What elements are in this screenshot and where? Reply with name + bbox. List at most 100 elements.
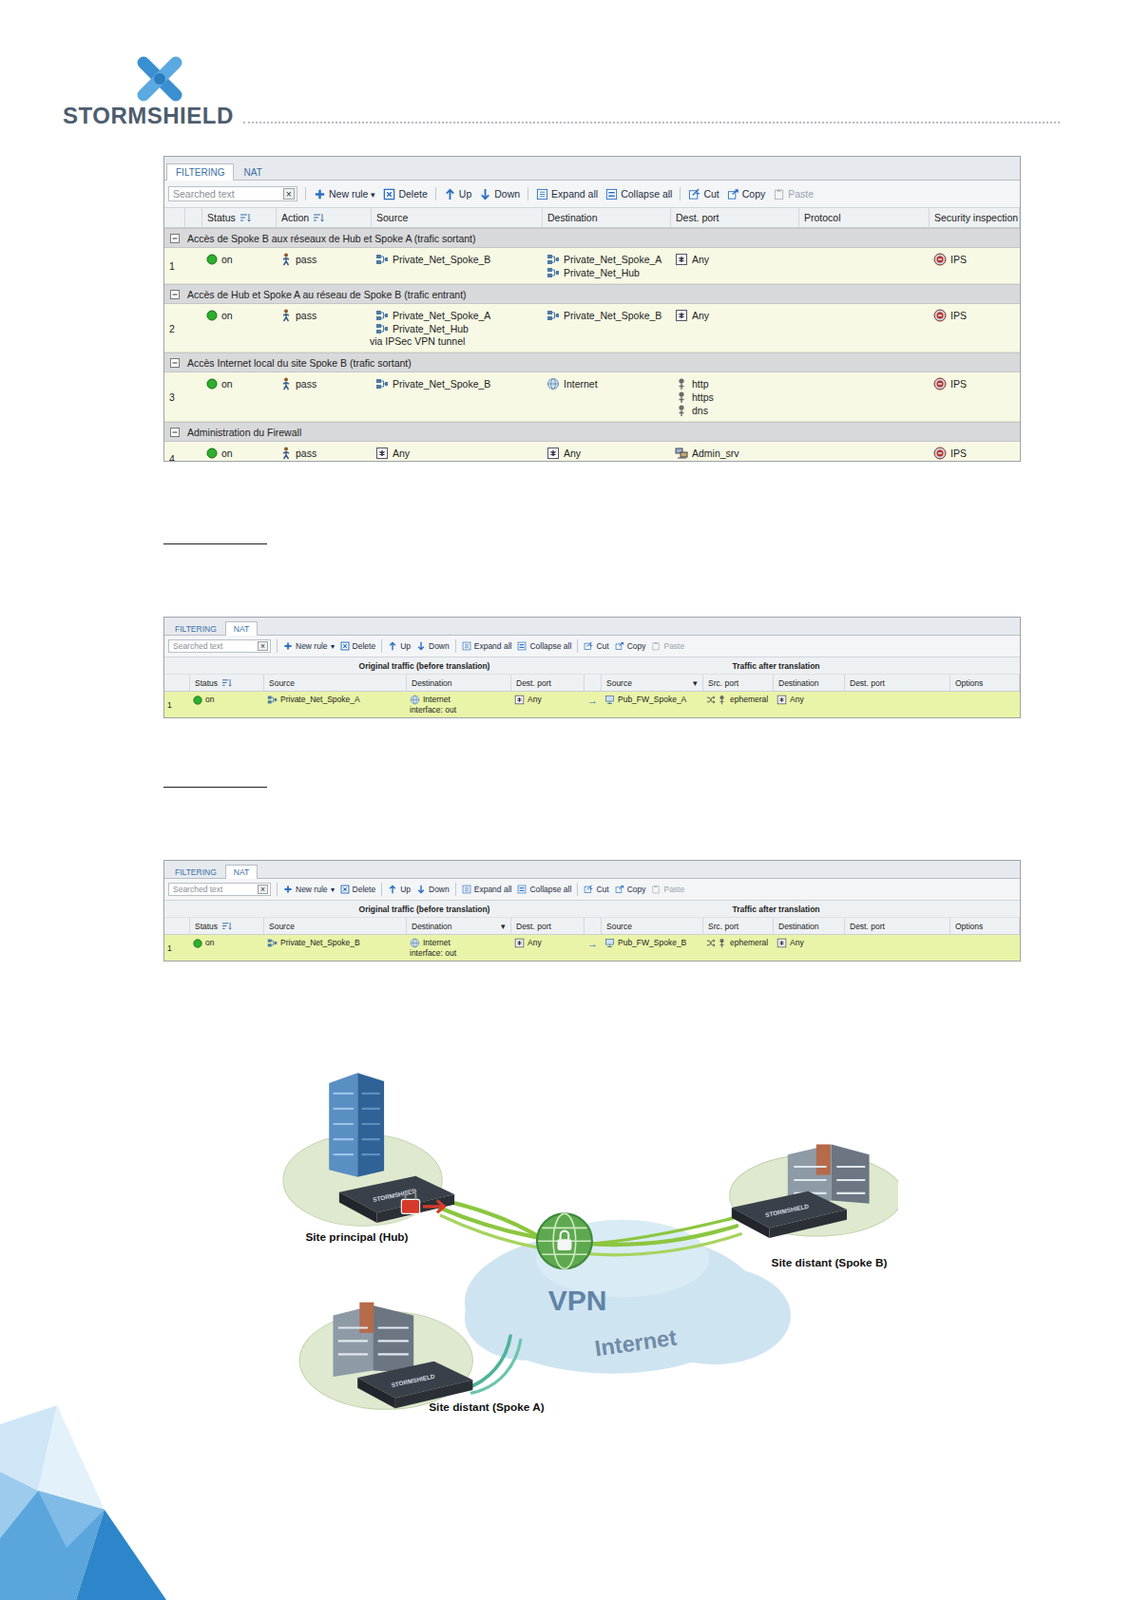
- any-object[interactable]: Any: [514, 938, 582, 949]
- nat-rule-row[interactable]: 1onPrivate_Net_Spoke_AInternetinterface:…: [164, 691, 1020, 718]
- service-object[interactable]: https: [674, 390, 796, 404]
- column-header[interactable]: Options: [950, 918, 1020, 935]
- toolbar-button[interactable]: Collapse all: [517, 641, 572, 652]
- search-field[interactable]: Searched text×: [168, 639, 271, 654]
- translated-dest-port-cell[interactable]: [844, 935, 951, 961]
- dest-port-cell[interactable]: Admin_srv: [671, 441, 800, 462]
- rule-row[interactable]: 3onpassPrivate_Net_Spoke_BInternethttpht…: [164, 372, 1020, 423]
- column-header[interactable]: Dest. port: [511, 674, 585, 691]
- protocol-cell[interactable]: [799, 304, 930, 352]
- column-header[interactable]: Options: [950, 674, 1020, 691]
- status-cell[interactable]: on: [202, 304, 277, 352]
- protocol-cell[interactable]: [799, 248, 930, 284]
- toolbar-button[interactable]: Collapse all: [517, 884, 572, 895]
- column-header[interactable]: Destination▾: [406, 918, 512, 935]
- network-object[interactable]: Private_Net_Hub: [546, 266, 668, 280]
- column-header[interactable]: Src. port: [703, 918, 774, 935]
- toolbar-button[interactable]: Expand all: [536, 188, 598, 201]
- column-header[interactable]: Source: [601, 918, 704, 935]
- toolbar-button[interactable]: Cut: [583, 884, 609, 895]
- column-header[interactable]: Dest. port: [844, 918, 951, 935]
- toolbar-button[interactable]: Up: [387, 884, 411, 895]
- column-header[interactable]: Dest. port: [671, 208, 800, 228]
- network-object[interactable]: Private_Net_Spoke_A: [267, 694, 404, 706]
- column-header[interactable]: Source: [264, 918, 407, 935]
- column-header[interactable]: Destination: [542, 208, 672, 228]
- network-object[interactable]: Private_Net_Hub: [375, 322, 539, 336]
- translated-destination-cell[interactable]: Any: [773, 935, 845, 961]
- ephemeral-object[interactable]: ephemeral: [706, 694, 771, 706]
- action-cell[interactable]: pass: [276, 372, 372, 422]
- nat-rule-row[interactable]: 1onPrivate_Net_Spoke_BInternetinterface:…: [164, 935, 1020, 961]
- source-cell[interactable]: Private_Net_Spoke_B: [371, 248, 543, 284]
- destination-cell[interactable]: Any: [542, 441, 672, 462]
- column-header[interactable]: Destination: [773, 674, 845, 691]
- host-object[interactable]: Pub_FW_Spoke_A: [604, 694, 701, 706]
- tab[interactable]: FILTERING: [166, 163, 234, 181]
- column-header[interactable]: Status: [190, 674, 265, 691]
- action-cell[interactable]: pass: [276, 441, 372, 462]
- service-object[interactable]: dns: [674, 403, 796, 418]
- dest-port-cell[interactable]: Any: [511, 935, 585, 961]
- rule-row[interactable]: 4onpassAnyAnyAdmin_srvIPS: [164, 441, 1020, 462]
- tab[interactable]: NAT: [225, 864, 258, 880]
- toolbar-button[interactable]: Expand all: [461, 884, 513, 895]
- destination-cell[interactable]: Private_Net_Spoke_APrivate_Net_Hub: [542, 248, 672, 284]
- translated-dest-port-cell[interactable]: [844, 691, 951, 718]
- column-header[interactable]: Security inspection: [929, 208, 1020, 228]
- tab[interactable]: NAT: [225, 621, 258, 636]
- destination-cell[interactable]: Private_Net_Spoke_B: [542, 304, 672, 352]
- collapse-icon[interactable]: [170, 427, 180, 438]
- toolbar-button[interactable]: Copy: [727, 188, 767, 201]
- search-field[interactable]: Searched text×: [168, 186, 298, 203]
- any-object[interactable]: Any: [375, 446, 539, 461]
- options-cell[interactable]: [950, 691, 1020, 718]
- any-object[interactable]: Any: [674, 252, 796, 267]
- group-object[interactable]: Admin_srv: [674, 446, 796, 461]
- inspection-cell[interactable]: IPS: [929, 372, 1020, 422]
- clear-search-button[interactable]: ×: [283, 188, 295, 201]
- action-cell[interactable]: pass: [276, 304, 372, 352]
- translated-source-cell[interactable]: Pub_FW_Spoke_A: [601, 691, 704, 718]
- column-menu-button[interactable]: ▾: [500, 921, 506, 932]
- search-field[interactable]: Searched text×: [168, 882, 271, 898]
- toolbar-button[interactable]: Paste: [772, 188, 814, 201]
- toolbar-button[interactable]: Delete: [340, 884, 377, 895]
- toolbar-button[interactable]: Down: [479, 188, 520, 201]
- column-header[interactable]: Src. port: [703, 674, 774, 691]
- dest-port-cell[interactable]: Any: [511, 691, 585, 718]
- network-object[interactable]: Private_Net_Spoke_B: [375, 377, 539, 391]
- toolbar-button[interactable]: New rule▾: [283, 884, 335, 895]
- column-header[interactable]: Destination: [773, 918, 845, 935]
- collapse-icon[interactable]: [170, 233, 180, 244]
- column-header[interactable]: Dest. port: [511, 918, 585, 935]
- toolbar-button[interactable]: New rule▾: [283, 641, 335, 652]
- protocol-cell[interactable]: [799, 441, 930, 462]
- ephemeral-object[interactable]: ephemeral: [706, 938, 771, 949]
- collapse-icon[interactable]: [170, 358, 180, 368]
- internet-object[interactable]: Internet: [409, 938, 509, 949]
- toolbar-button[interactable]: Delete: [383, 188, 427, 201]
- rule-section[interactable]: Administration du Firewall: [164, 422, 1020, 442]
- service-object[interactable]: http: [674, 377, 796, 391]
- column-header[interactable]: [584, 674, 602, 691]
- any-object[interactable]: Any: [546, 446, 668, 461]
- host-object[interactable]: Pub_FW_Spoke_B: [604, 938, 701, 949]
- source-cell[interactable]: Any: [371, 441, 543, 462]
- destination-cell[interactable]: Internetinterface: out: [406, 935, 512, 961]
- clear-search-button[interactable]: ×: [257, 884, 269, 896]
- status-cell[interactable]: on: [202, 441, 277, 462]
- toolbar-button[interactable]: Cut: [583, 641, 609, 652]
- column-header[interactable]: Status: [190, 918, 265, 935]
- destination-cell[interactable]: Internet: [542, 372, 672, 422]
- column-header[interactable]: Destination: [406, 674, 512, 691]
- network-object[interactable]: Private_Net_Spoke_B: [546, 308, 668, 323]
- toolbar-button[interactable]: Expand all: [461, 641, 513, 652]
- column-header[interactable]: Source: [371, 208, 543, 228]
- source-cell[interactable]: Private_Net_Spoke_B: [371, 372, 543, 422]
- rule-row[interactable]: 2onpassPrivate_Net_Spoke_APrivate_Net_Hu…: [164, 304, 1020, 353]
- toolbar-button[interactable]: Up: [443, 188, 472, 201]
- toolbar-button[interactable]: New rule▾: [313, 188, 376, 201]
- dest-port-cell[interactable]: Any: [671, 248, 800, 284]
- source-cell[interactable]: Private_Net_Spoke_A: [264, 691, 407, 718]
